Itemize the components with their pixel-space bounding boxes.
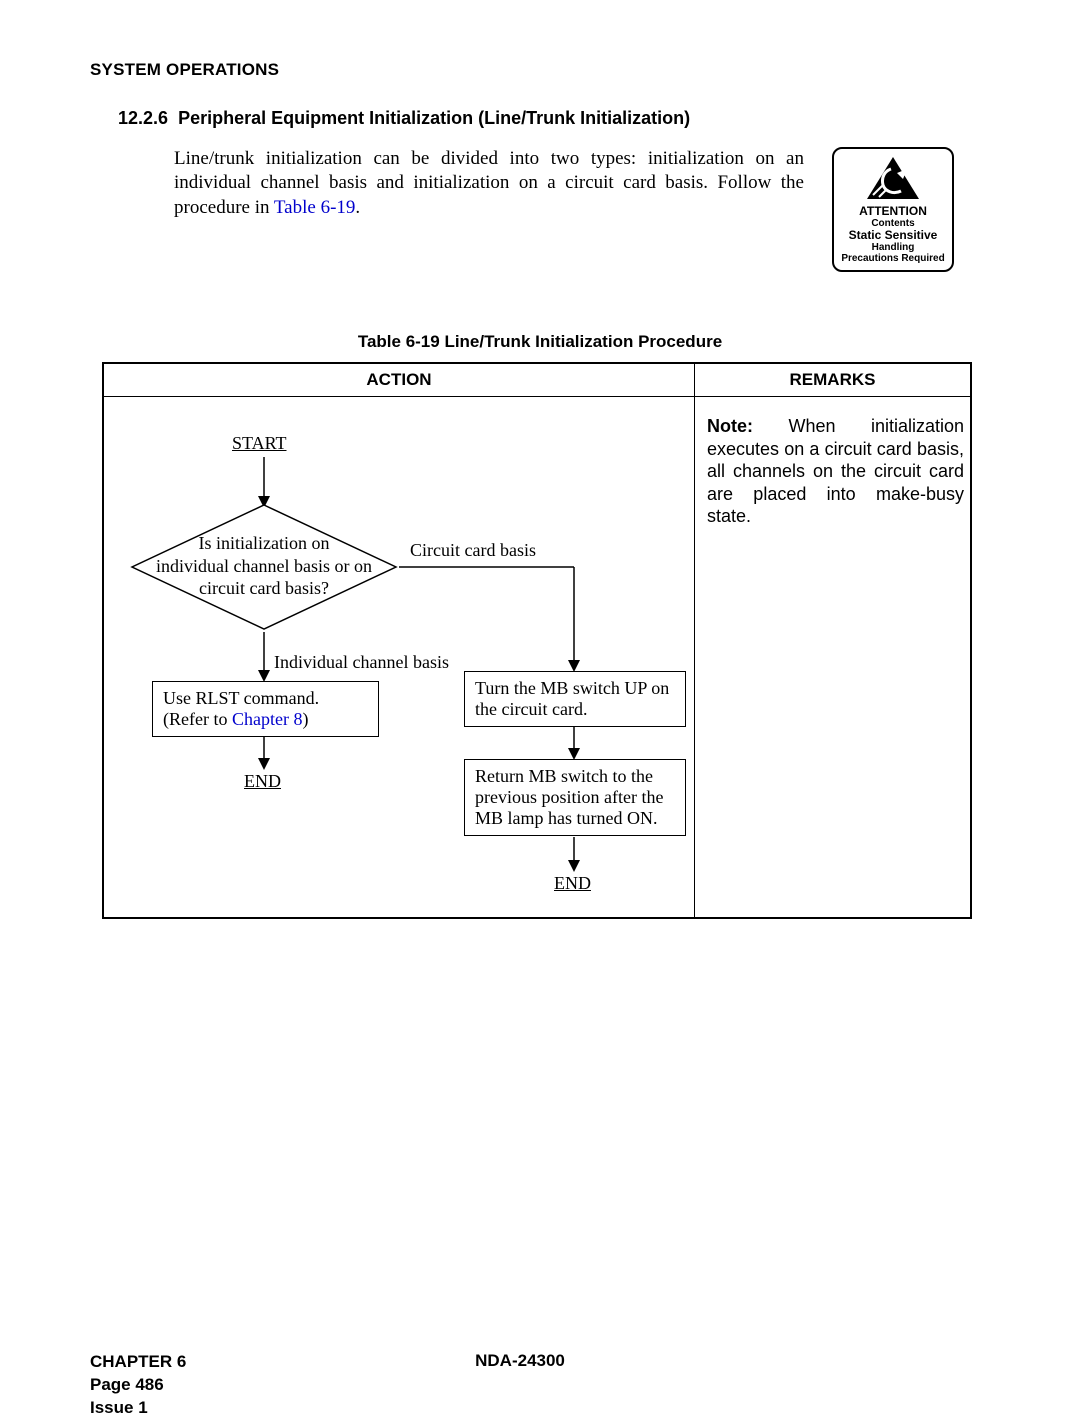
flow-start: START xyxy=(232,433,286,454)
flow-end-left: END xyxy=(244,771,281,792)
procedure-table: ACTION REMARKS xyxy=(102,362,972,919)
esd-icon xyxy=(863,155,923,203)
attention-line-4: Handling xyxy=(838,242,948,253)
flow-box-rlst: Use RLST command.(Refer to Chapter 8) xyxy=(152,681,379,737)
flow-box-mb-up: Turn the MB switch UP on the circuit car… xyxy=(464,671,686,727)
branch-circuit-card: Circuit card basis xyxy=(410,540,536,561)
remarks-cell: Note: When initialization executes on a … xyxy=(695,397,972,919)
flow-box-rlst-post: ) xyxy=(302,709,308,729)
flow-end-right: END xyxy=(554,873,591,894)
footer-issue: Issue 1 xyxy=(90,1397,186,1420)
section-title: Peripheral Equipment Initialization (Lin… xyxy=(178,108,690,128)
flowchart: START Is initialization onindividual cha… xyxy=(104,397,694,917)
remarks-note-label: Note: xyxy=(707,416,753,436)
attention-line-3: Static Sensitive xyxy=(838,229,948,242)
branch-individual: Individual channel basis xyxy=(274,652,449,673)
table-caption: Table 6-19 Line/Trunk Initialization Pro… xyxy=(90,332,990,352)
attention-line-1: ATTENTION xyxy=(838,205,948,218)
footer-docnum: NDA-24300 xyxy=(475,1351,565,1371)
col-header-action: ACTION xyxy=(103,363,695,397)
chapter-link[interactable]: Chapter 8 xyxy=(232,709,302,729)
flow-decision: Is initialization onindividual channel b… xyxy=(129,502,399,632)
paragraph-text-2: . xyxy=(355,197,360,218)
table-link[interactable]: Table 6-19 xyxy=(274,197,356,218)
flow-decision-text: Is initialization onindividual channel b… xyxy=(129,532,399,600)
attention-line-5: Precautions Required xyxy=(838,253,948,264)
col-header-remarks: REMARKS xyxy=(695,363,972,397)
footer-chapter: CHAPTER 6 xyxy=(90,1351,186,1374)
section-heading: 12.2.6 Peripheral Equipment Initializati… xyxy=(118,108,990,129)
attention-callout: ATTENTION Contents Static Sensitive Hand… xyxy=(832,147,954,272)
flow-box-mb-return: Return MB switch to the previous positio… xyxy=(464,759,686,836)
footer-page: Page 486 xyxy=(90,1374,186,1397)
paragraph-text-1: Line/trunk initialization can be divided… xyxy=(174,148,804,218)
running-header: SYSTEM OPERATIONS xyxy=(90,60,990,80)
intro-paragraph: Line/trunk initialization can be divided… xyxy=(174,147,804,220)
section-number: 12.2.6 xyxy=(118,108,168,128)
